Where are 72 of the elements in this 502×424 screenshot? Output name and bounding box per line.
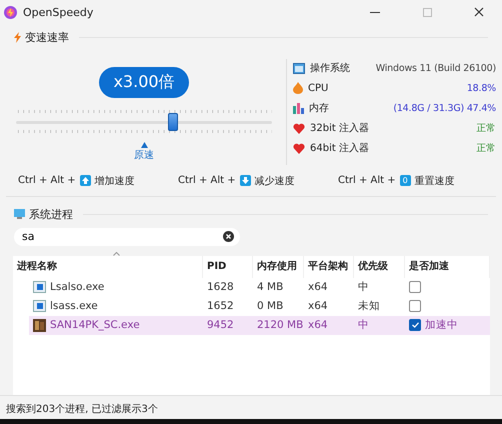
table-cell-text: 9452 bbox=[206, 319, 235, 332]
table-cell-text: 中 bbox=[357, 318, 370, 332]
info-label: 内存 bbox=[309, 102, 330, 115]
section-title: 变速速率 bbox=[25, 30, 69, 45]
sort-caret-icon bbox=[113, 252, 120, 256]
column-header[interactable]: 内存使用 bbox=[253, 256, 304, 278]
table-cell-text: 4 MB bbox=[256, 281, 284, 294]
table-cell-text: 中 bbox=[357, 280, 370, 294]
lightning-icon bbox=[14, 32, 21, 43]
checkbox[interactable] bbox=[409, 281, 421, 294]
info-value: Windows 11 (Build 26100) bbox=[376, 62, 496, 74]
info-label: 64bit 注入器 bbox=[310, 142, 370, 155]
search-field[interactable]: sa bbox=[14, 228, 240, 246]
hotkey-action: 减少速度 bbox=[254, 174, 295, 188]
table-cell: lsass.exe bbox=[29, 300, 203, 312]
info-label: 32bit 注入器 bbox=[310, 122, 370, 135]
table-cell-text: 未知 bbox=[357, 299, 381, 314]
table-cell-text: 1652 bbox=[206, 300, 235, 312]
table-cell-text: 2120 MB bbox=[256, 319, 304, 332]
checkbox[interactable] bbox=[409, 319, 421, 332]
heart-icon bbox=[293, 122, 305, 134]
hotkey-combo: Ctrl + Alt + bbox=[338, 175, 396, 186]
arrow-down-icon bbox=[240, 175, 251, 186]
column-header[interactable]: 优先级 bbox=[354, 256, 405, 278]
game-icon bbox=[33, 318, 46, 332]
close-icon bbox=[474, 7, 484, 17]
checkbox[interactable] bbox=[409, 300, 421, 312]
table-cell: Lsalso.exe bbox=[29, 281, 203, 294]
status-label: 加速中 bbox=[425, 318, 458, 332]
column-header[interactable]: 进程名称 bbox=[13, 256, 203, 278]
table-cell-text: x64 bbox=[307, 300, 329, 312]
section-title: 系统进程 bbox=[29, 206, 73, 222]
info-label: CPU bbox=[308, 82, 330, 94]
arrow-up-icon bbox=[80, 175, 91, 186]
column-header[interactable]: 平台架构 bbox=[304, 256, 354, 278]
triangle-marker-icon bbox=[140, 142, 148, 148]
table-cell: SAN14PK_SC.exe bbox=[29, 318, 203, 332]
heart-icon bbox=[293, 142, 305, 154]
info-value: 正常 bbox=[476, 142, 496, 154]
hotkey-action: 增加速度 bbox=[94, 174, 135, 188]
info-value: (14.8G / 31.3G) 47.4% bbox=[393, 102, 496, 114]
table-cell-text: 0 MB bbox=[256, 300, 284, 312]
hotkey-combo: Ctrl + Alt + bbox=[178, 175, 236, 186]
info-value: 18.8% bbox=[466, 82, 496, 94]
column-header[interactable]: PID bbox=[203, 256, 253, 278]
check-icon bbox=[412, 322, 418, 328]
clear-icon[interactable] bbox=[223, 230, 234, 242]
table-cell-text: 1628 bbox=[206, 281, 235, 294]
window-title: OpenSpeedy bbox=[23, 6, 94, 18]
window-icon bbox=[293, 62, 305, 74]
key-cap: 0 bbox=[400, 175, 411, 186]
table-cell-text: x64 bbox=[307, 319, 329, 332]
monitor-icon bbox=[14, 209, 25, 220]
process-row[interactable]: lsass.exe 1652 0 MB x64 未知 bbox=[29, 296, 490, 316]
speed-badge: x3.00倍 bbox=[99, 67, 189, 98]
application-icon bbox=[33, 300, 46, 312]
app-logo-icon bbox=[4, 6, 17, 18]
process-row[interactable]: SAN14PK_SC.exe 9452 2120 MB x64 中 加速中 bbox=[29, 316, 490, 335]
column-header[interactable]: 是否加速 bbox=[405, 256, 490, 278]
flame-icon bbox=[293, 82, 303, 94]
status-bar: 搜索到203个进程, 已过滤展示3个 bbox=[0, 395, 502, 419]
hotkey-action: 重置速度 bbox=[414, 174, 455, 188]
hotkey-combo: Ctrl + Alt + bbox=[18, 175, 76, 186]
marker-label: 原速 bbox=[134, 148, 154, 162]
bar-chart-icon bbox=[293, 102, 304, 114]
info-label: 操作系统 bbox=[310, 62, 351, 75]
info-value: 正常 bbox=[476, 122, 496, 134]
process-row[interactable]: Lsalso.exe 1628 4 MB x64 中 bbox=[29, 278, 490, 297]
table-cell-text: x64 bbox=[307, 281, 329, 294]
maximize-icon bbox=[422, 8, 432, 16]
slider-thumb[interactable] bbox=[168, 113, 178, 131]
application-icon bbox=[33, 281, 46, 294]
